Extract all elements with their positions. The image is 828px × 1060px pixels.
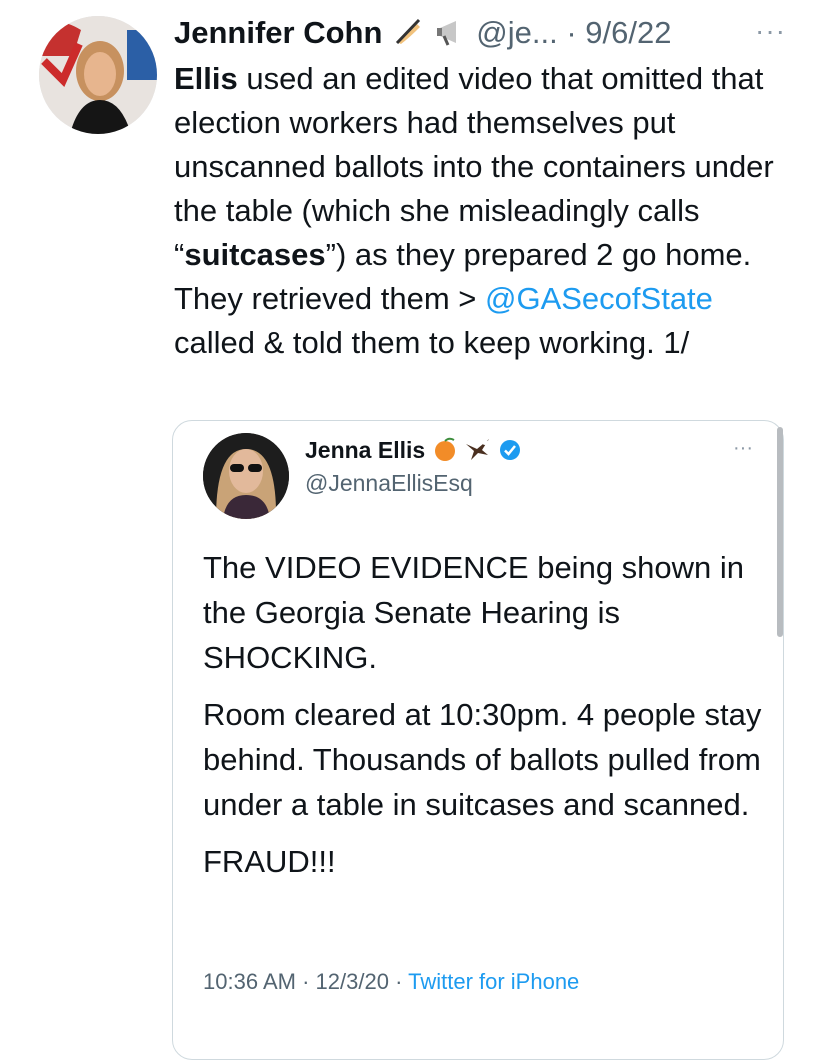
header-separator: · <box>566 15 577 50</box>
vertical-scrollbar[interactable] <box>777 427 783 637</box>
quoted-tweet-date[interactable]: 12/3/20 <box>316 969 389 994</box>
bold-text-ellis: Ellis <box>174 61 238 96</box>
quoted-author-avatar[interactable] <box>203 433 289 519</box>
mention-link[interactable]: @GASecofState <box>485 281 713 316</box>
author-name[interactable]: Jennifer Cohn <box>174 15 382 50</box>
source-link[interactable]: Twitter for iPhone <box>408 969 579 994</box>
quoted-paragraph: FRAUD!!! <box>203 844 336 879</box>
author-avatar[interactable] <box>39 16 157 134</box>
quoted-tweet-time[interactable]: 10:36 AM <box>203 969 296 994</box>
quoted-avatar-image <box>203 433 289 519</box>
megaphone-icon <box>434 15 468 49</box>
quoted-author-handle[interactable]: @JennaEllisEsq <box>305 468 473 498</box>
tweet-header: Jennifer Cohn @je... · 9/6/22 <box>174 12 794 54</box>
quoted-tweet-card[interactable]: Jenna Ellis @JennaEllisEsq ··· The VIDEO… <box>172 420 784 1060</box>
bold-text-suitcases: suitcases <box>184 237 326 272</box>
tweet-text: Ellis used an edited video that omitted … <box>174 57 784 365</box>
quoted-author-name[interactable]: Jenna Ellis <box>305 437 425 463</box>
peach-icon <box>432 436 458 469</box>
more-options-button[interactable]: ··· <box>755 15 786 47</box>
meta-separator: · <box>395 969 403 994</box>
quoted-paragraph: The VIDEO EVIDENCE being shown in the Ge… <box>203 550 745 675</box>
author-handle[interactable]: @je... <box>476 15 557 50</box>
quoted-tweet-metadata: 10:36 AM · 12/3/20 · Twitter for iPhone <box>203 967 579 997</box>
meta-separator: · <box>302 969 310 994</box>
eagle-icon <box>464 436 492 469</box>
tweet-date[interactable]: 9/6/22 <box>585 15 671 50</box>
quoted-paragraph: Room cleared at 10:30pm. 4 people stay b… <box>203 697 762 822</box>
quoted-more-options-button[interactable]: ··· <box>733 437 753 460</box>
verified-badge-icon <box>498 438 522 469</box>
quoted-author-name-row: Jenna Ellis <box>305 435 522 469</box>
writing-hand-icon <box>391 15 425 49</box>
author-avatar-image <box>39 16 157 134</box>
quoted-tweet-body: The VIDEO EVIDENCE being shown in the Ge… <box>203 545 763 896</box>
